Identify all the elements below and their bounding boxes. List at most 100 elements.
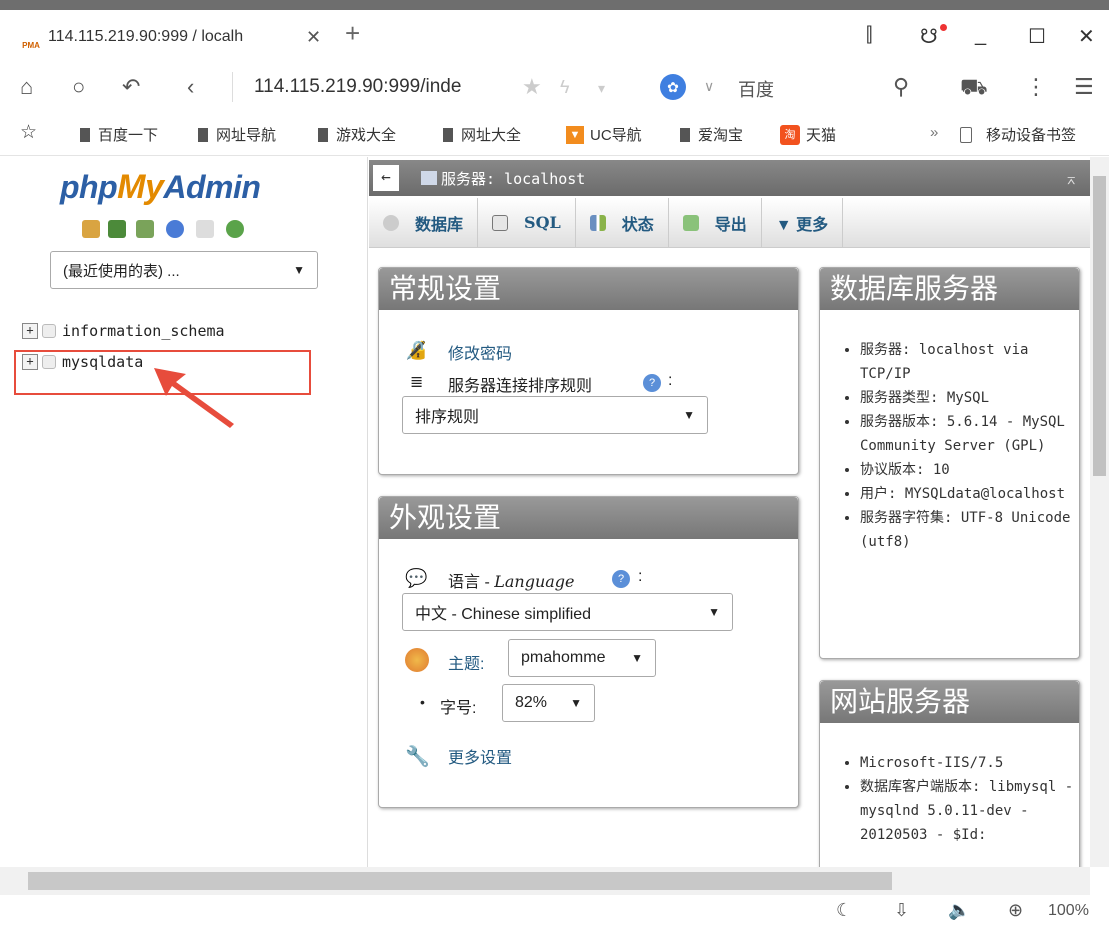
bookmark-item[interactable]: 百度一下 — [80, 124, 158, 145]
tab-more[interactable]: ▼ 更多 — [762, 197, 844, 248]
horizontal-scroll-thumb[interactable] — [28, 872, 892, 890]
zoom-level[interactable]: 100% — [1048, 902, 1089, 920]
status-chart-icon — [589, 214, 606, 231]
baidu-paw-icon[interactable]: ✿ — [660, 74, 686, 100]
list-item: 服务器版本: 5.6.14 - MySQL Community Server (… — [860, 410, 1075, 458]
label-colon: : — [638, 568, 643, 585]
theme-select[interactable]: pmahomme ▼ — [508, 639, 656, 677]
server-icon — [421, 171, 437, 185]
more-settings-link[interactable]: 更多设置 — [448, 744, 512, 768]
undo-close-icon[interactable]: ↶ — [122, 74, 140, 100]
maximize-button[interactable]: ☐ — [1028, 24, 1046, 49]
sql-icon — [492, 214, 509, 231]
vertical-scroll-thumb[interactable] — [1093, 176, 1106, 476]
web-server-panel: 网站服务器 Microsoft-IIS/7.5 数据库客户端版本: libmys… — [819, 680, 1080, 880]
bookmark-item[interactable]: 淘天猫 — [780, 124, 836, 145]
language-icon: 💬 — [405, 568, 428, 588]
help-icon[interactable]: ? — [612, 570, 630, 588]
skin-icon[interactable]: ☋ — [920, 24, 938, 49]
download-icon[interactable]: ⇩ — [894, 900, 909, 921]
collation-icon: ≣ — [410, 374, 424, 391]
recent-tables-select[interactable]: (最近使用的表) ... ▼ — [50, 251, 318, 289]
bookmarks-bar — [0, 114, 1109, 156]
panel-title: 网站服务器 — [820, 681, 1079, 723]
server-info-list: 服务器: localhost via TCP/IP 服务器类型: MySQL 服… — [820, 310, 1079, 554]
minimize-button[interactable]: _ — [975, 24, 986, 47]
tab-databases[interactable]: 数据库 — [369, 197, 479, 248]
more-vert-icon[interactable]: ⋮ — [1025, 74, 1047, 100]
bookmarks-more-button[interactable]: » — [930, 124, 938, 141]
pma-favicon-icon: PMA — [22, 41, 40, 50]
database-server-panel: 数据库服务器 服务器: localhost via TCP/IP 服务器类型: … — [819, 267, 1080, 659]
annotation-arrow — [154, 368, 234, 428]
back-arrow-button[interactable]: ← — [373, 165, 399, 191]
sql-docs-icon[interactable] — [196, 220, 214, 238]
change-password-link[interactable]: 修改密码 — [448, 340, 512, 364]
notification-dot — [940, 24, 947, 31]
phpmyadmin-logo[interactable]: phpMyAdmin — [60, 168, 261, 207]
logout-icon[interactable] — [108, 220, 126, 238]
reload-icon[interactable] — [226, 220, 244, 238]
home-icon[interactable] — [82, 220, 100, 238]
search-icon[interactable]: ⚲ — [893, 74, 909, 100]
cart-icon[interactable]: ⛟ — [960, 74, 988, 103]
immersive-mode-icon[interactable]: ⫿ — [866, 24, 872, 47]
lightning-icon[interactable]: ϟ — [560, 77, 570, 98]
menu-icon[interactable]: ☰ — [1074, 74, 1094, 100]
breadcrumb-server[interactable]: 服务器: localhost — [441, 168, 585, 189]
mobile-icon — [960, 126, 972, 143]
home-icon[interactable]: ⌂ — [20, 74, 33, 100]
divider — [232, 72, 233, 102]
chevron-down-icon: ▼ — [293, 263, 305, 277]
bookmark-item[interactable]: 游戏大全 — [318, 124, 396, 145]
docs-icon[interactable] — [166, 220, 184, 238]
chevron-down-icon[interactable]: ▾ — [598, 80, 605, 97]
search-engine-label[interactable]: 百度 — [738, 76, 774, 102]
language-select[interactable]: 中文 - Chinese simplified ▼ — [402, 593, 733, 631]
close-tab-icon[interactable]: ✕ — [306, 27, 321, 48]
list-item: Microsoft-IIS/7.5 — [860, 751, 1075, 775]
page-icon — [80, 127, 90, 142]
back-icon[interactable]: ‹ — [187, 74, 194, 100]
list-item: 协议版本: 10 — [860, 458, 1075, 482]
zoom-in-icon[interactable]: ⊕ — [1008, 900, 1023, 921]
mobile-bookmarks[interactable]: 移动设备书签 — [960, 124, 1076, 145]
font-size-select[interactable]: 82% ▼ — [502, 684, 595, 722]
list-item: 数据库客户端版本: libmysql - mysqlnd 5.0.11-dev … — [860, 775, 1075, 847]
language-label: 语言 - Language — [448, 572, 575, 591]
sound-icon[interactable]: 🔈 — [948, 900, 970, 921]
panel-title: 外观设置 — [379, 497, 798, 539]
expand-icon[interactable]: + — [22, 323, 38, 339]
new-tab-button[interactable]: + — [345, 18, 360, 49]
url-input[interactable]: 114.115.219.90:999/inde — [254, 76, 500, 98]
theme-label[interactable]: 主题: — [448, 650, 484, 674]
engine-chevron-icon[interactable]: ∨ — [704, 78, 714, 95]
tab-export[interactable]: 导出 — [669, 197, 762, 248]
browser-tab[interactable]: PMA 114.115.219.90:999 / localh ✕ — [0, 14, 340, 60]
refresh-icon[interactable]: ○ — [72, 74, 85, 100]
help-icon[interactable]: ? — [643, 374, 661, 392]
collapse-icon[interactable]: ⌅ — [1066, 169, 1076, 188]
close-window-button[interactable]: ✕ — [1078, 24, 1095, 49]
export-icon — [682, 214, 699, 231]
bookmark-item[interactable]: 爱淘宝 — [680, 124, 743, 145]
query-window-icon[interactable] — [136, 220, 154, 238]
bookmark-item[interactable]: 网址导航 — [198, 124, 276, 145]
bookmark-item[interactable]: 网址大全 — [443, 124, 521, 145]
page-icon — [680, 127, 690, 142]
star-icon[interactable]: ★ — [522, 74, 542, 100]
night-mode-icon[interactable]: ☾ — [836, 900, 852, 921]
tab-status[interactable]: 状态 — [576, 197, 669, 248]
bookmark-star-icon[interactable]: ☆ — [20, 121, 37, 144]
bookmark-item[interactable]: ▼ UC导航 — [566, 124, 642, 145]
database-icon — [42, 324, 56, 338]
tab-sql[interactable]: SQL — [478, 197, 576, 248]
list-item: 服务器字符集: UTF-8 Unicode (utf8) — [860, 506, 1075, 554]
page-icon — [443, 127, 453, 142]
db-tree-item[interactable]: + information_schema — [22, 322, 225, 340]
wrench-icon: 🔧 — [405, 746, 430, 768]
bullet: • — [420, 694, 425, 710]
taobao-icon: 淘 — [780, 124, 800, 145]
collation-select[interactable]: 排序规则 ▼ — [402, 396, 708, 434]
chevron-down-icon: ▼ — [683, 408, 695, 422]
